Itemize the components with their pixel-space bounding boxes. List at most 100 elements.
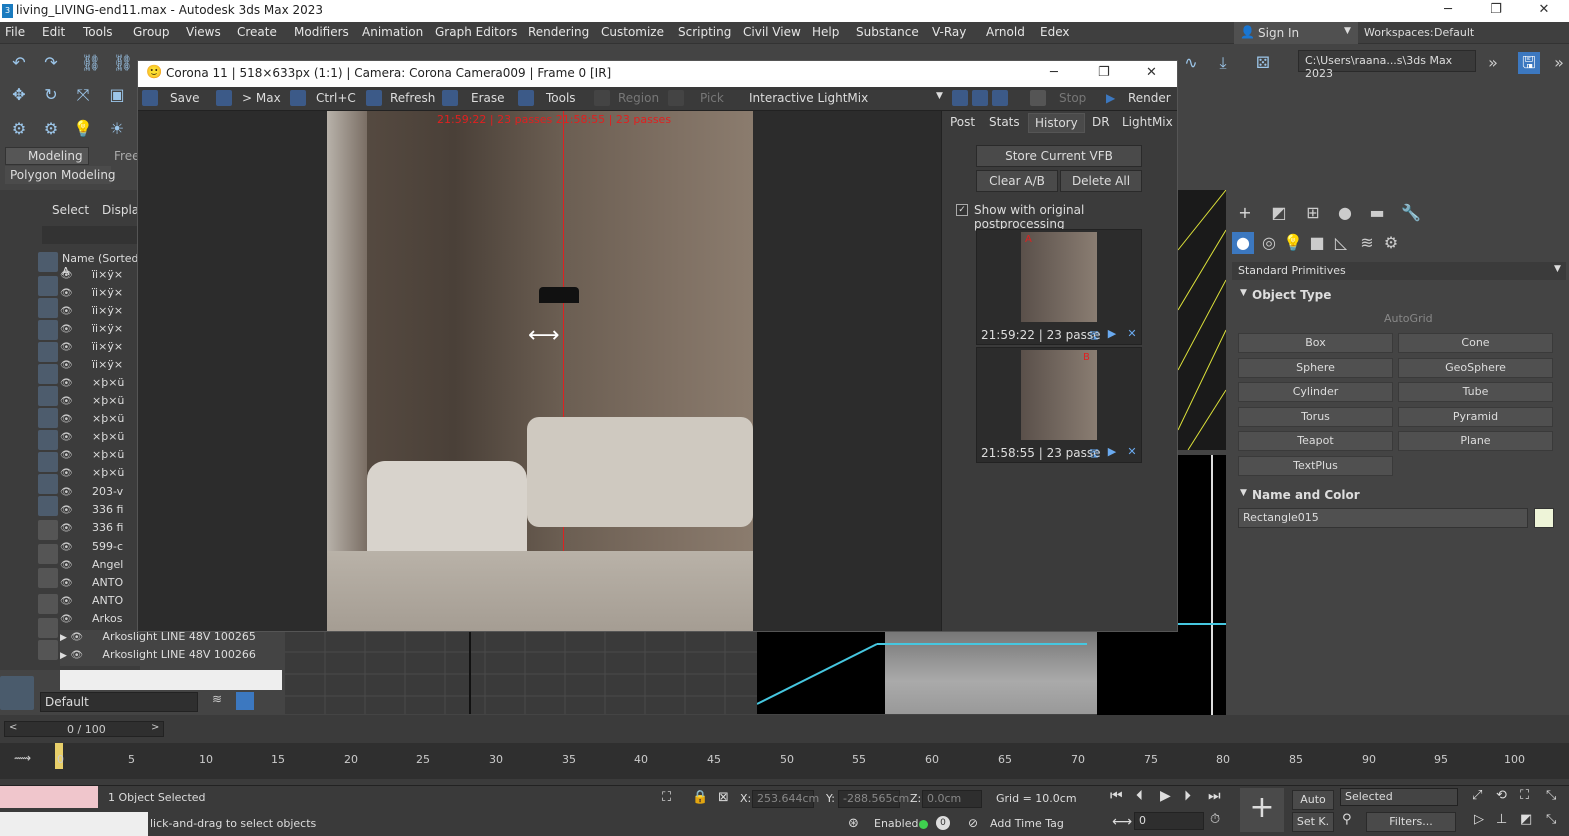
menu-vray[interactable]: V-Ray (932, 25, 966, 39)
absolute-mode-icon[interactable]: ⊠ (718, 790, 729, 805)
play-icon[interactable]: ▶ (1160, 788, 1171, 804)
menu-arnold[interactable]: Arnold (986, 25, 1025, 39)
lock-icon[interactable]: 🔒 (692, 790, 708, 805)
filter-layers-icon[interactable] (38, 568, 58, 588)
add-time-tag-button[interactable]: Add Time Tag (990, 817, 1064, 830)
reset-icon[interactable]: 0 (936, 816, 950, 830)
render-frame-icon[interactable]: ⚙ (40, 118, 62, 140)
eye-icon[interactable]: 👁 (60, 270, 74, 281)
menu-help[interactable]: Help (812, 25, 839, 39)
geosphere-button[interactable]: GeoSphere (1398, 358, 1553, 378)
cameras-icon[interactable]: ■ (1306, 232, 1328, 254)
geometry-icon[interactable]: ● (1232, 232, 1254, 254)
list-item[interactable]: 👁 ïi×ÿ× (60, 286, 140, 304)
list-item[interactable]: 👁 ïi×ÿ× (60, 340, 140, 358)
material-icon[interactable]: ⚄ (1252, 52, 1274, 74)
filter-frozen-icon[interactable] (38, 544, 58, 564)
menu-group[interactable]: Group (133, 25, 170, 39)
autogrid-checkbox[interactable]: AutoGrid (1384, 312, 1433, 325)
delete-icon[interactable]: ✕ (1125, 445, 1139, 459)
vfb-stop-button[interactable]: Stop (1059, 91, 1086, 105)
redo-icon[interactable]: ↷ (40, 52, 62, 74)
filter-shapes-icon[interactable] (38, 276, 58, 296)
workspaces-dropdown[interactable]: Default (1434, 26, 1564, 39)
tab-polygon-modeling[interactable]: Polygon Modeling (10, 168, 116, 182)
vfb-tools-button[interactable]: Tools (546, 91, 576, 105)
snap-icon[interactable]: ▣ (106, 84, 128, 106)
vfb-render-button[interactable]: Render (1128, 91, 1171, 105)
eye-icon[interactable]: 👁 (60, 324, 74, 335)
list-item[interactable]: 👁 599-c (60, 540, 140, 558)
key-filter-dropdown[interactable]: Selected (1340, 788, 1458, 806)
filter-helpers-icon[interactable] (38, 342, 58, 362)
delete-icon[interactable]: ✕ (1125, 327, 1139, 341)
orbit-icon[interactable]: ⟲ (1496, 788, 1507, 803)
tube-button[interactable]: Tube (1398, 382, 1553, 402)
modify-tab-icon[interactable]: ◩ (1268, 202, 1290, 224)
region-icon[interactable] (594, 90, 610, 106)
collapse-icon[interactable]: ▼ (1240, 288, 1247, 298)
name-color-rollout[interactable]: Name and Color (1252, 488, 1360, 502)
category-dropdown[interactable]: Standard Primitives (1238, 264, 1346, 277)
list-item[interactable]: 👁 ×þ×ü (60, 448, 140, 466)
filter-particles-icon[interactable] (38, 474, 58, 494)
menu-edit[interactable]: Edit (42, 25, 65, 39)
vfb-tomax-button[interactable]: > Max (242, 91, 281, 105)
lightmix-dropdown[interactable]: Interactive LightMix (749, 91, 868, 105)
close-button[interactable]: ✕ (1521, 0, 1567, 22)
scale-icon[interactable]: ⤧ (72, 84, 94, 106)
vfb-maximize-button[interactable]: ❐ (1098, 65, 1110, 80)
tab-dr[interactable]: DR (1086, 113, 1116, 133)
shapes-icon[interactable]: ◎ (1258, 232, 1280, 254)
previous-frame-icon[interactable]: ⏴ (1136, 788, 1143, 804)
filter-cameras-icon[interactable] (38, 320, 58, 340)
eye-icon[interactable]: 👁 (60, 578, 74, 589)
taskbar-thumbnail[interactable] (0, 812, 148, 836)
explorer-select-menu[interactable]: Select (52, 203, 89, 217)
rotate-icon[interactable]: ↻ (40, 84, 62, 106)
isolate-icon[interactable]: ⛶ (662, 790, 671, 805)
create-tab-icon[interactable]: + (1234, 202, 1256, 224)
viewport-left[interactable] (285, 632, 757, 714)
layers-icon[interactable]: ≋ (212, 692, 230, 710)
object-color-swatch[interactable] (1534, 508, 1554, 528)
select-move-icon[interactable]: ✥ (8, 84, 30, 106)
lights-icon[interactable]: 💡 (1282, 232, 1304, 254)
eye-icon[interactable]: 👁 (70, 632, 84, 643)
next-frame-icon[interactable]: ⏵ (1184, 788, 1191, 804)
eye-icon[interactable]: 👁 (60, 542, 74, 553)
x-coordinate-field[interactable]: 253.644cm (752, 790, 819, 808)
list-item[interactable]: 👁 ïi×ÿ× (60, 304, 140, 322)
tab-lightmix[interactable]: LightMix (1116, 113, 1179, 133)
vfb-minimize-button[interactable]: ─ (1050, 65, 1058, 80)
list-item[interactable]: 👁 Angel (60, 558, 140, 576)
minimize-button[interactable]: ─ (1425, 0, 1471, 22)
plane-button[interactable]: Plane (1398, 431, 1553, 451)
eye-icon[interactable]: 👁 (60, 396, 74, 407)
delete-all-button[interactable]: Delete All (1060, 170, 1142, 192)
menu-create[interactable]: Create (237, 25, 277, 39)
load-icon[interactable]: ▶ (1105, 327, 1119, 341)
vfb-close-button[interactable]: ✕ (1146, 65, 1157, 80)
project-path[interactable]: C:\Users\raana...s\3ds Max 2023 (1305, 54, 1475, 80)
sign-in-button[interactable]: 👤 Sign In ▼ (1234, 22, 1358, 44)
tab-freeform[interactable]: Free (114, 149, 139, 163)
collapse-icon[interactable]: ▼ (1240, 488, 1247, 498)
list-item[interactable]: 👁 ANTO (60, 594, 140, 612)
cone-button[interactable]: Cone (1398, 333, 1553, 353)
torus-button[interactable]: Torus (1238, 407, 1393, 427)
history-item[interactable]: A 21:59:22 | 23 passe 🖫 ▶ ✕ (976, 229, 1142, 345)
pyramid-button[interactable]: Pyramid (1398, 407, 1553, 427)
eye-icon[interactable]: 👁 (60, 505, 74, 516)
save-icon[interactable]: 🖫 (1518, 52, 1540, 74)
to-max-icon[interactable] (216, 90, 232, 106)
menu-rendering[interactable]: Rendering (528, 25, 589, 39)
zoom-out-icon[interactable] (972, 90, 988, 106)
eye-icon[interactable]: 👁 (60, 432, 74, 443)
filter-containers-icon[interactable] (38, 452, 58, 472)
field-of-view-icon[interactable]: ⊥ (1496, 812, 1507, 827)
menu-file[interactable]: File (5, 25, 25, 39)
object-name-field[interactable]: Rectangle015 (1243, 511, 1319, 524)
stop-icon[interactable] (1030, 90, 1046, 106)
filter-groups-icon[interactable] (38, 386, 58, 406)
